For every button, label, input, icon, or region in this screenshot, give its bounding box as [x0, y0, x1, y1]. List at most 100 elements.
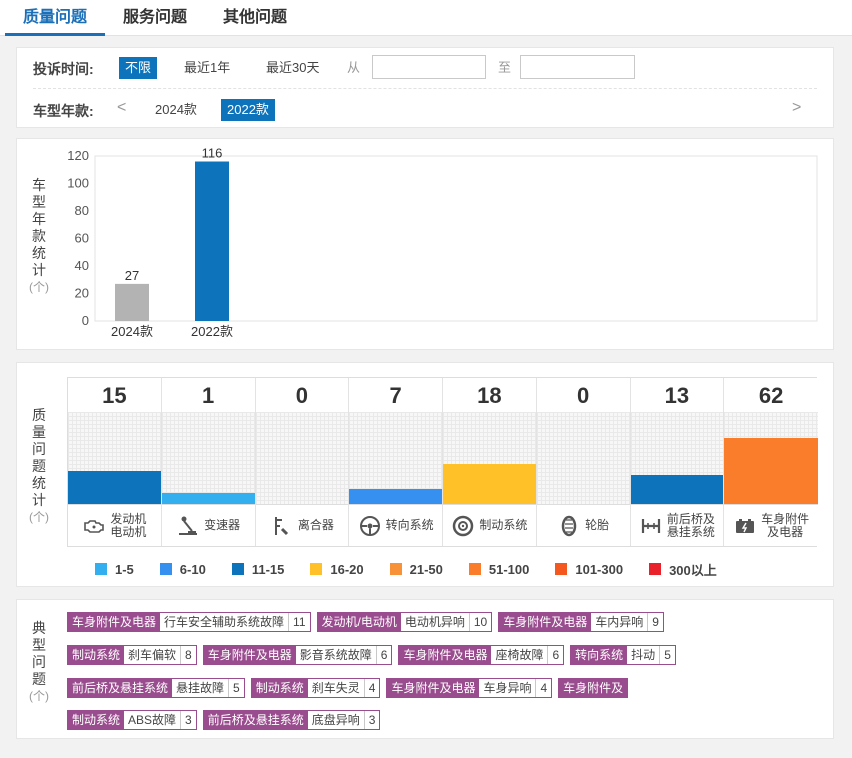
bar-2024款[interactable] [115, 283, 149, 321]
category-name: 车身附件 及电器 [761, 512, 809, 539]
time-option-all[interactable]: 不限 [119, 57, 158, 79]
problem-tag[interactable]: 车身附件及电器 座椅故障 6 [398, 645, 565, 665]
tag-category: 前后桥及悬挂系统 [68, 679, 173, 697]
legend-swatch [95, 563, 107, 575]
category-count: 13 [630, 378, 724, 412]
quality-category-engine[interactable]: 15 发动机 电动机 [68, 378, 162, 546]
category-footer: 车身附件 及电器 [724, 504, 818, 546]
year-option-2024[interactable]: 2024款 [149, 99, 203, 121]
tab-quality[interactable]: 质量问题 [5, 0, 105, 36]
quality-stats-label: 质 量 问 题 统 计 (个) [29, 407, 49, 524]
tag-count: 6 [547, 646, 564, 664]
category-name: 发动机 电动机 [110, 511, 147, 539]
problem-tag[interactable]: 车身附件及电器 影音系统故障 6 [202, 645, 393, 665]
axle-icon [639, 514, 663, 538]
legend-swatch [649, 563, 662, 575]
tag-count: 4 [535, 679, 552, 697]
quality-category-battery[interactable]: 62 车身附件 及电器 [724, 378, 818, 546]
time-option-1-year[interactable]: 最近1年 [178, 57, 236, 79]
typical-problems-panel: 典 型 问 题 (个) 车身附件及电器 行车安全辅助系统故障 11 发动机/电动机 电动… [16, 599, 834, 739]
tag-count: 3 [363, 711, 380, 729]
tag-problem: 电动机异响 [400, 613, 469, 631]
quality-category-gear-shift[interactable]: 1 变速器 [161, 378, 256, 546]
category-name: 离合器 [298, 519, 334, 532]
problem-tag[interactable]: 车身附件及电器 行车安全辅助系统故障 11 [67, 612, 311, 632]
category-footer: 变速器 [161, 504, 255, 546]
category-bar [630, 475, 724, 504]
quality-category-tire[interactable]: 0 轮胎 [536, 378, 631, 546]
tab-other[interactable]: 其他问题 [210, 0, 300, 36]
quality-category-steering-wheel[interactable]: 7 转向系统 [349, 378, 443, 546]
steering-wheel-icon [358, 514, 382, 538]
y-tick-label: 20 [75, 286, 89, 301]
legend-item: 11-15 [231, 561, 285, 577]
tab-service[interactable]: 服务问题 [110, 0, 200, 36]
problem-tag[interactable]: 前后桥及悬挂系统 悬挂故障 5 [67, 678, 245, 698]
x-tick-label: 2022款 [191, 324, 233, 339]
tag-count: 11 [288, 613, 310, 631]
category-footer: 轮胎 [536, 504, 630, 546]
quality-category-clutch[interactable]: 0 离合器 [255, 378, 350, 546]
category-bar [161, 493, 255, 504]
quality-category-brake-disc[interactable]: 18 制动系统 [443, 378, 537, 546]
x-tick-label: 2024款 [111, 324, 153, 339]
bar-2022款[interactable] [195, 161, 229, 322]
legend-label: 101-300 [575, 561, 624, 577]
unit-label: (个) [29, 510, 49, 524]
tag-row: 前后桥及悬挂系统 悬挂故障 5 制动系统 刹车失灵 4 车身附件及电器 车身异响 4 车身附件及 [67, 678, 634, 698]
legend-label: 11-15 [251, 561, 285, 577]
year-option-2022[interactable]: 2022款 [221, 99, 275, 121]
tag-category: 车身附件及电器 [68, 613, 161, 631]
y-tick-label: 100 [67, 176, 89, 191]
tire-icon [557, 514, 581, 538]
date-to-input[interactable] [520, 55, 635, 79]
category-name-line: 转向系统 [385, 518, 434, 532]
category-footer: 制动系统 [443, 504, 536, 546]
category-name: 转向系统 [386, 519, 434, 532]
tag-count: 6 [375, 646, 392, 664]
tag-count: 8 [180, 646, 196, 664]
date-from-input[interactable] [372, 55, 486, 79]
engine-icon [82, 514, 106, 538]
model-year-label: 车型年款: [33, 103, 94, 119]
category-count: 7 [349, 378, 442, 412]
y-tick-label: 80 [75, 203, 89, 218]
problem-tag[interactable]: 前后桥及悬挂系统 底盘异响 3 [202, 710, 381, 730]
category-count: 18 [443, 378, 536, 412]
problem-tag[interactable]: 制动系统 刹车偏软 8 [67, 645, 197, 665]
legend-item: 1-5 [95, 561, 134, 577]
problem-tag[interactable]: 车身附件及电器 车身异响 4 [386, 678, 553, 698]
problem-tag[interactable]: 制动系统 ABS故障 3 [67, 710, 197, 730]
tag-problem: 车身异响 [479, 679, 536, 697]
bar-value-label: 27 [125, 268, 139, 283]
tag-category: 制动系统 [68, 711, 125, 729]
category-count: 15 [68, 378, 161, 412]
problem-tag[interactable]: 制动系统 刹车失灵 4 [250, 678, 381, 698]
legend-swatch [389, 563, 402, 575]
category-bar [724, 438, 818, 504]
category-name-line: 及电器 [767, 524, 804, 539]
tag-category: 车身附件及电器 [203, 646, 296, 664]
category-bar-area [724, 412, 818, 504]
tag-category: 发动机/电动机 [317, 613, 401, 631]
legend-item: 16-20 [310, 561, 364, 577]
y-tick-label: 40 [75, 258, 89, 273]
category-name-line: 发动机 [110, 511, 147, 526]
tag-category: 制动系统 [68, 646, 125, 664]
unit-label: (个) [29, 689, 49, 703]
time-option-30-days[interactable]: 最近30天 [260, 57, 325, 79]
category-name-line: 制动系统 [479, 518, 528, 532]
tag-category: 车身附件及电器 [399, 646, 492, 664]
year-prev-arrow[interactable]: < [117, 99, 126, 117]
category-name-line: 悬挂系统 [666, 524, 715, 539]
tag-count: 10 [468, 613, 492, 631]
legend-swatch [468, 563, 481, 575]
problem-tag[interactable]: 转向系统 抖动 5 [570, 645, 676, 665]
problem-tag[interactable]: 车身附件及电器 车内异响 9 [498, 612, 664, 632]
problem-tag[interactable]: 发动机/电动机 电动机异响 10 [316, 612, 493, 632]
legend-swatch [555, 563, 568, 575]
legend-label: 1-5 [115, 561, 134, 577]
quality-category-axle[interactable]: 13 前后桥及 悬挂系统 [630, 378, 725, 546]
problem-tag[interactable]: 车身附件及 [558, 678, 629, 698]
year-next-arrow[interactable]: > [792, 99, 801, 117]
